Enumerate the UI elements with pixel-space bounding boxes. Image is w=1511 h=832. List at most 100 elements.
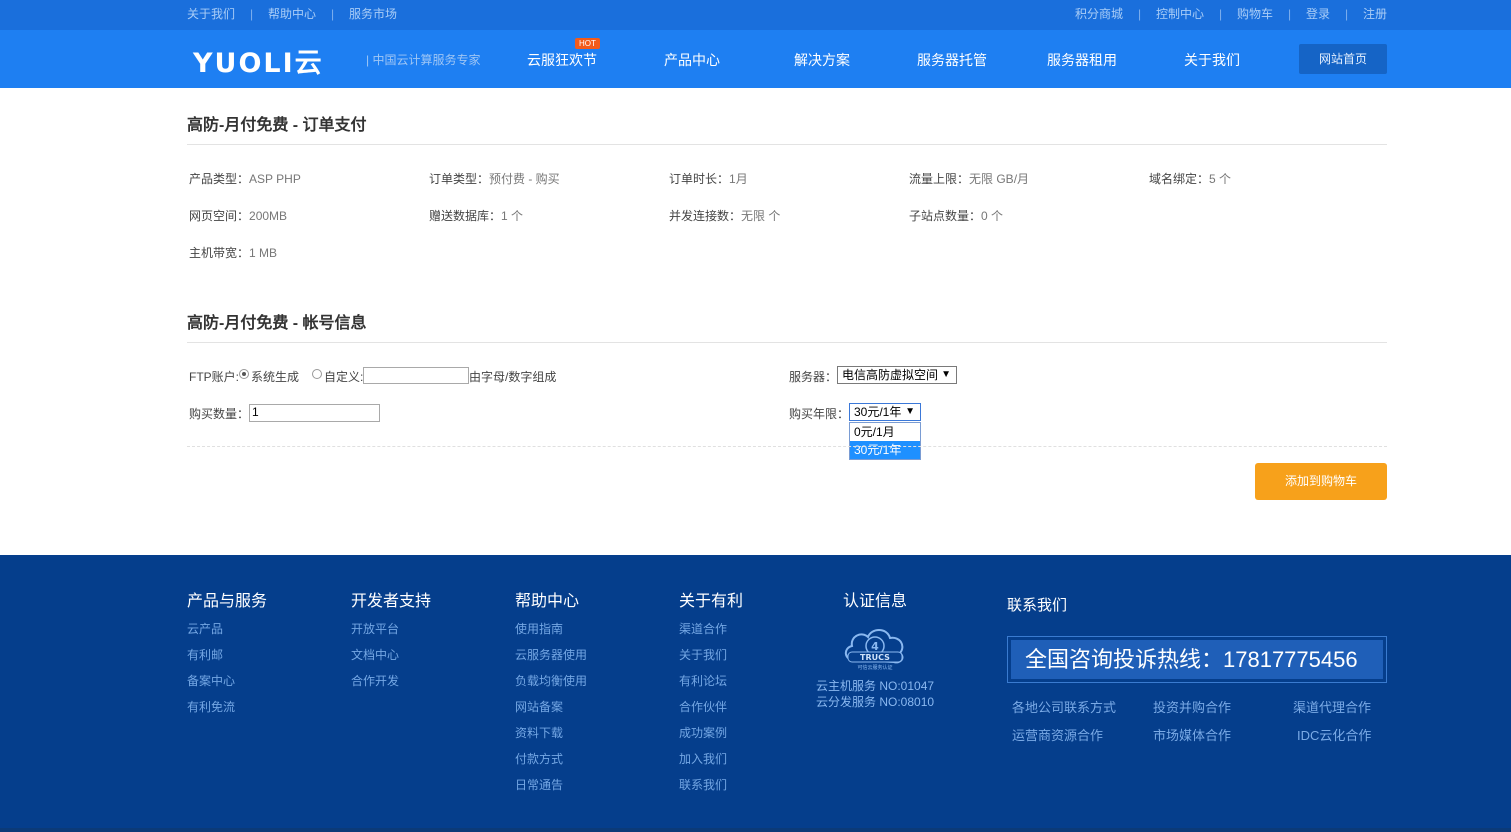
- order-field: 订单类型：预付费 - 购买: [429, 172, 560, 186]
- footer-link[interactable]: 渠道合作: [679, 622, 727, 636]
- contact-link[interactable]: 渠道代理合作: [1293, 700, 1371, 715]
- top-link-help[interactable]: 帮助中心: [268, 7, 316, 21]
- footer-link[interactable]: 有利邮: [187, 648, 223, 662]
- top-link-cart[interactable]: 购物车: [1237, 7, 1273, 21]
- contact-title: 联系我们: [1007, 597, 1068, 614]
- contact-link[interactable]: 各地公司联系方式: [1012, 700, 1116, 715]
- contact-link[interactable]: 投资并购合作: [1153, 700, 1231, 715]
- nav-item-about[interactable]: 关于我们: [1184, 52, 1240, 68]
- radio-custom-label: 自定义:: [324, 370, 364, 384]
- trucs-badge-icon[interactable]: 4 TRUCS 可信云服务认证: [840, 622, 910, 672]
- dashed-divider: [187, 446, 1387, 447]
- server-select[interactable]: 电信高防虚拟空间 ▼: [837, 366, 957, 384]
- top-separator: |: [1138, 7, 1142, 21]
- chevron-down-icon: ▼: [905, 406, 915, 417]
- quantity-input[interactable]: 1: [249, 404, 380, 422]
- footer-link[interactable]: 使用指南: [515, 622, 563, 636]
- order-field: 订单时长：1月: [669, 172, 748, 186]
- top-separator: |: [331, 7, 335, 21]
- top-link-console[interactable]: 控制中心: [1156, 7, 1204, 21]
- footer-column-title: 关于有利: [679, 593, 744, 610]
- order-field: 产品类型：ASP PHP: [189, 172, 301, 186]
- quantity-label: 购买数量：: [189, 407, 250, 421]
- footer-link[interactable]: 备案中心: [187, 674, 235, 688]
- footer-column-title: 产品与服务: [187, 593, 268, 610]
- cert-line: 云分发服务 NO:08010: [816, 695, 935, 709]
- nav-item-hosting[interactable]: 服务器托管: [917, 52, 987, 68]
- footer-link[interactable]: 负载均衡使用: [515, 674, 587, 688]
- nav-item-products[interactable]: 产品中心: [664, 52, 720, 68]
- hot-badge: HOT: [575, 38, 600, 49]
- footer-link[interactable]: 有利论坛: [679, 674, 727, 688]
- account-title: 高防-月付免费 - 帐号信息: [187, 315, 367, 332]
- ftp-label: FTP账户:: [189, 370, 239, 384]
- term-option-selected[interactable]: 30元/1年: [850, 441, 920, 459]
- order-title: 高防-月付免费 - 订单支付: [187, 117, 367, 134]
- contact-link[interactable]: 市场媒体合作: [1153, 728, 1231, 743]
- top-separator: |: [250, 7, 254, 21]
- footer-link[interactable]: 文档中心: [351, 648, 399, 662]
- cert-title: 认证信息: [843, 593, 908, 610]
- footer-link[interactable]: 联系我们: [679, 778, 727, 792]
- hotline-text: 全国咨询投诉热线：17817775456: [1011, 640, 1383, 679]
- contact-link[interactable]: IDC云化合作: [1297, 728, 1371, 743]
- term-dropdown: 0元/1月 30元/1年: [849, 422, 921, 460]
- term-option[interactable]: 0元/1月: [850, 423, 920, 441]
- footer-column-title: 开发者支持: [351, 593, 432, 610]
- radio-system-label: 系统生成: [251, 370, 300, 384]
- footer-link[interactable]: 网站备案: [515, 700, 563, 714]
- radio-custom[interactable]: [312, 369, 322, 379]
- top-link-points-mall[interactable]: 积分商城: [1075, 7, 1123, 21]
- footer-link[interactable]: 有利免流: [187, 700, 235, 714]
- order-field: 主机带宽：1 MB: [189, 246, 278, 260]
- home-button[interactable]: 网站首页: [1299, 44, 1387, 74]
- top-separator: |: [1219, 7, 1223, 21]
- divider: [187, 342, 1387, 343]
- footer-bottom-line: [0, 828, 1511, 832]
- term-select[interactable]: 30元/1年 ▼: [849, 403, 921, 421]
- trucs-badge-text: TRUCS: [860, 653, 890, 662]
- footer-link[interactable]: 开放平台: [351, 622, 399, 636]
- order-field: 网页空间：200MB: [189, 209, 288, 223]
- nav-item-solutions[interactable]: 解决方案: [794, 52, 850, 68]
- top-separator: |: [1288, 7, 1292, 21]
- hotline-box: 全国咨询投诉热线：17817775456: [1007, 636, 1387, 683]
- add-to-cart-button[interactable]: 添加到购物车: [1255, 463, 1387, 500]
- trucs-badge-subtext: 可信云服务认证: [857, 664, 892, 671]
- top-link-market[interactable]: 服务市场: [349, 7, 397, 21]
- radio-system-generated[interactable]: [239, 369, 249, 379]
- ftp-custom-input[interactable]: [363, 367, 469, 384]
- footer-link[interactable]: 合作开发: [351, 674, 399, 688]
- footer-link[interactable]: 日常通告: [515, 778, 563, 792]
- top-link-login[interactable]: 登录: [1306, 7, 1330, 21]
- top-separator: |: [1345, 7, 1349, 21]
- order-field: 赠送数据库：1 个: [429, 209, 524, 223]
- footer-link[interactable]: 加入我们: [679, 752, 727, 766]
- nav-item-rental[interactable]: 服务器租用: [1047, 52, 1117, 68]
- footer-column-title: 帮助中心: [515, 593, 580, 610]
- footer-link[interactable]: 云服务器使用: [515, 648, 587, 662]
- footer-link[interactable]: 关于我们: [679, 648, 727, 662]
- site-logo[interactable]: YUOLI云: [193, 49, 324, 79]
- top-link-about[interactable]: 关于我们: [187, 7, 235, 21]
- footer-link[interactable]: 资料下载: [515, 726, 563, 740]
- site-slogan: | 中国云计算服务专家: [366, 53, 481, 67]
- order-field: 并发连接数：无限 个: [669, 209, 781, 223]
- divider: [187, 144, 1387, 145]
- order-field: 域名绑定：5 个: [1149, 172, 1232, 186]
- top-link-register[interactable]: 注册: [1363, 7, 1387, 21]
- nav-item-festival[interactable]: 云服狂欢节: [527, 52, 597, 68]
- order-field: 子站点数量：0 个: [909, 209, 1004, 223]
- cert-line: 云主机服务 NO:01047: [816, 679, 935, 693]
- svg-text:4: 4: [871, 640, 879, 653]
- contact-link[interactable]: 运营商资源合作: [1012, 728, 1103, 743]
- ftp-hint: 由字母/数字组成: [469, 370, 557, 384]
- footer-link[interactable]: 云产品: [187, 622, 223, 636]
- footer-link[interactable]: 合作伙伴: [679, 700, 727, 714]
- server-label: 服务器：: [789, 370, 838, 384]
- footer-link[interactable]: 付款方式: [515, 752, 563, 766]
- chevron-down-icon: ▼: [941, 369, 951, 380]
- term-label: 购买年限：: [789, 407, 850, 421]
- footer-link[interactable]: 成功案例: [679, 726, 727, 740]
- order-field: 流量上限：无限 GB/月: [909, 172, 1030, 186]
